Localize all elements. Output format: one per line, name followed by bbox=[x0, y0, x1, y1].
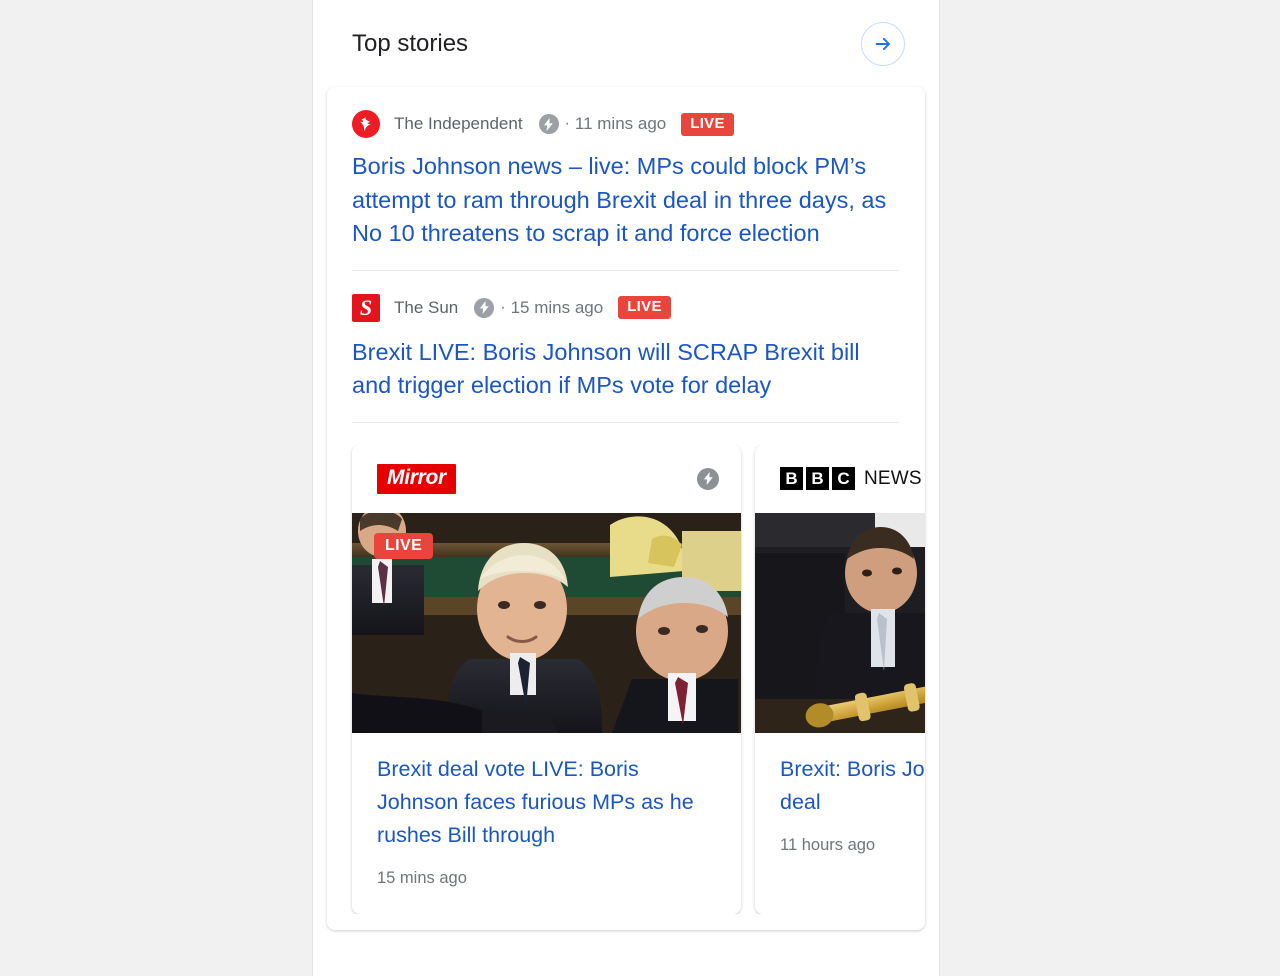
bbc-news-word: NEWS bbox=[864, 467, 922, 489]
story-separator: · bbox=[500, 298, 506, 316]
card-header: Mirror bbox=[352, 445, 741, 513]
bbc-letter-c: C bbox=[832, 467, 855, 490]
mirror-logo: Mirror bbox=[377, 463, 456, 494]
the-independent-logo bbox=[352, 110, 380, 138]
story-source-line: The Independent · 11 mins ago LIVE bbox=[352, 110, 899, 138]
more-stories-button[interactable] bbox=[861, 22, 905, 66]
bbc-letter-b1: B bbox=[780, 467, 803, 490]
news-card-mirror[interactable]: Mirror LIVE Brexit deal vote LIVE: Boris… bbox=[352, 444, 741, 914]
story-headline-link[interactable]: Boris Johnson news – live: MPs could blo… bbox=[352, 150, 899, 251]
story-source-name: The Sun bbox=[394, 297, 459, 317]
card-body: Brexit deal vote LIVE: Boris Johnson fac… bbox=[352, 733, 741, 914]
card-header: B B C NEWS bbox=[755, 445, 925, 513]
card-thumbnail-commons-mace bbox=[755, 512, 925, 733]
story-source-line: S The Sun · 15 mins ago LIVE bbox=[352, 293, 899, 322]
screenshot-viewport: Top stories The Independent · 11 mins ag… bbox=[0, 0, 1280, 976]
card-title-link[interactable]: Brexit: Boris Johnson push to get deal bbox=[780, 753, 925, 819]
top-stories-header: Top stories bbox=[313, 0, 939, 66]
story-divider bbox=[352, 421, 899, 423]
the-sun-logo: S bbox=[352, 293, 380, 322]
news-card-carousel[interactable]: Mirror LIVE Brexit deal vote LIVE: Boris… bbox=[327, 444, 925, 914]
status-badge-live: LIVE bbox=[618, 296, 671, 319]
search-results-panel: Top stories The Independent · 11 mins ag… bbox=[312, 0, 940, 976]
story-source-name: The Independent bbox=[394, 114, 523, 133]
status-badge-live: LIVE bbox=[374, 532, 434, 559]
card-body: Brexit: Boris Johnson push to get deal 1… bbox=[755, 733, 925, 881]
top-stories-card: The Independent · 11 mins ago LIVE Boris… bbox=[327, 87, 925, 930]
amp-lightning-icon bbox=[538, 114, 559, 134]
arrow-right-icon bbox=[872, 33, 894, 55]
amp-lightning-icon bbox=[697, 467, 719, 490]
story-headline-link[interactable]: Brexit LIVE: Boris Johnson will SCRAP Br… bbox=[352, 336, 899, 403]
status-badge-live: LIVE bbox=[681, 112, 734, 136]
amp-lightning-icon bbox=[474, 297, 495, 318]
card-title-link[interactable]: Brexit deal vote LIVE: Boris Johnson fac… bbox=[377, 753, 717, 852]
news-card-bbc-news[interactable]: B B C NEWS Brexit: Boris Jo deal 11 hour… bbox=[755, 444, 925, 914]
story-separator: · bbox=[564, 115, 570, 132]
story-timestamp: 15 mins ago bbox=[510, 297, 604, 317]
page-title: Top stories bbox=[352, 30, 469, 57]
card-timestamp: 15 mins ago bbox=[377, 868, 467, 887]
story-row-the-sun[interactable]: S The Sun · 15 mins ago LIVE Brexit LIVE… bbox=[327, 271, 925, 403]
card-thumbnail-commons-bench: LIVE bbox=[352, 512, 741, 733]
story-row-independent[interactable]: The Independent · 11 mins ago LIVE Boris… bbox=[327, 87, 925, 251]
bbc-letter-b2: B bbox=[806, 467, 829, 490]
bbc-news-logo: B B C NEWS bbox=[780, 467, 922, 490]
card-timestamp: 11 hours ago bbox=[780, 835, 876, 854]
story-timestamp: 11 mins ago bbox=[574, 114, 667, 133]
